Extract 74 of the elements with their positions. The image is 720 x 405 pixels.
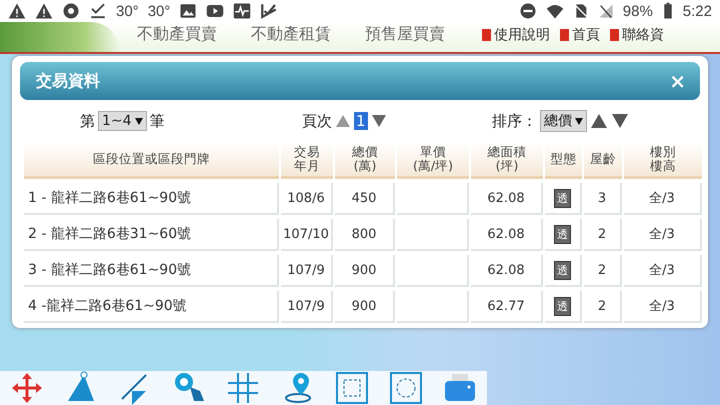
nav-tab[interactable]: 不動產租賃 xyxy=(251,26,331,42)
area-cell: 62.77 xyxy=(471,291,543,323)
age-cell: 3 xyxy=(584,183,622,215)
sort-label: 排序： xyxy=(492,112,537,130)
column-header: 屋齡 xyxy=(589,152,617,166)
dialog-title: 交易資料 xyxy=(36,70,101,92)
caret-icon xyxy=(575,118,583,124)
records-dropdown[interactable]: 1~4 xyxy=(98,111,147,131)
area-cell: 62.08 xyxy=(471,183,543,215)
date-cell: 107/9 xyxy=(281,255,333,287)
circle-select-icon[interactable] xyxy=(388,371,423,405)
column-header: 總面積 xyxy=(486,145,528,159)
column-header: (萬) xyxy=(352,159,378,173)
date-cell: 107/9 xyxy=(281,291,333,323)
grid-lines-icon[interactable] xyxy=(226,371,260,405)
column-header: (坪) xyxy=(494,159,520,173)
caret-icon xyxy=(134,118,143,124)
column-header: 年月 xyxy=(293,159,321,173)
header-link[interactable]: 首頁 xyxy=(572,26,600,44)
records-prefix: 第 xyxy=(80,112,95,130)
sort-dropdown[interactable]: 總價 xyxy=(540,110,587,132)
floor-cell: 全/3 xyxy=(624,183,702,215)
signal-icon xyxy=(598,2,614,20)
type-badge: 透 xyxy=(554,296,571,316)
checkmark-icon xyxy=(260,2,278,20)
column-header: 交易 xyxy=(293,145,321,159)
clock: 5:22 xyxy=(682,2,712,20)
temperature: 30° xyxy=(116,2,139,20)
column-header: 樓高 xyxy=(649,159,677,173)
column-header: 單價 xyxy=(419,145,447,159)
sort-ascending-icon xyxy=(590,113,608,129)
type-badge: 透 xyxy=(554,260,571,280)
floor-cell: 全/3 xyxy=(624,219,702,251)
price-cell: 900 xyxy=(335,255,395,287)
header-link[interactable]: 聯絡資 xyxy=(622,26,664,44)
address-cell: 2 - 龍祥二路6巷31~60號 xyxy=(24,219,279,251)
type-badge: 透 xyxy=(554,224,571,244)
header-link[interactable]: 使用說明 xyxy=(494,26,550,44)
type-badge: 透 xyxy=(554,188,571,208)
date-cell: 107/10 xyxy=(281,219,333,251)
battery-level: 98% xyxy=(622,2,653,20)
address-cell: 1 - 龍祥二路6巷61~90號 xyxy=(24,183,279,215)
records-suffix: 筆 xyxy=(150,112,165,130)
page-up-icon xyxy=(335,114,351,128)
price-cell: 800 xyxy=(335,219,395,251)
nav-tab[interactable]: 不動產買賣 xyxy=(137,26,217,42)
download-done-icon xyxy=(89,2,107,20)
column-header: 樓別 xyxy=(649,145,677,159)
temperature: 30° xyxy=(148,2,170,20)
price-cell: 900 xyxy=(335,291,395,323)
column-header: 區段位置或區段門牌 xyxy=(92,152,211,166)
date-cell: 108/6 xyxy=(281,183,333,215)
age-cell: 2 xyxy=(584,291,622,323)
square-select-icon[interactable] xyxy=(334,371,369,405)
move-arrows-icon[interactable] xyxy=(10,371,44,405)
age-cell: 2 xyxy=(584,255,622,287)
page-down-icon xyxy=(370,114,387,128)
floor-cell: 全/3 xyxy=(624,255,702,287)
page-number: 1 xyxy=(354,112,368,130)
battery-icon xyxy=(662,1,674,21)
address-cell: 3 - 龍祥二路6巷61~90號 xyxy=(24,255,279,287)
address-cell: 4 -龍祥二路6巷61~90號 xyxy=(24,291,279,323)
column-header: 總價 xyxy=(351,145,379,159)
area-cell: 62.08 xyxy=(471,255,543,287)
area-cell: 62.08 xyxy=(471,219,543,251)
floor-cell: 全/3 xyxy=(624,291,702,323)
sort-descending-icon xyxy=(611,113,629,129)
nav-tab[interactable]: 預售屋買賣 xyxy=(365,26,445,42)
age-cell: 2 xyxy=(584,219,622,251)
wifi-icon xyxy=(546,2,564,20)
page-label: 頁次 xyxy=(302,112,332,130)
column-header: 型態 xyxy=(550,152,578,166)
column-header: (萬/坪) xyxy=(412,159,454,173)
price-cell: 450 xyxy=(335,183,395,215)
